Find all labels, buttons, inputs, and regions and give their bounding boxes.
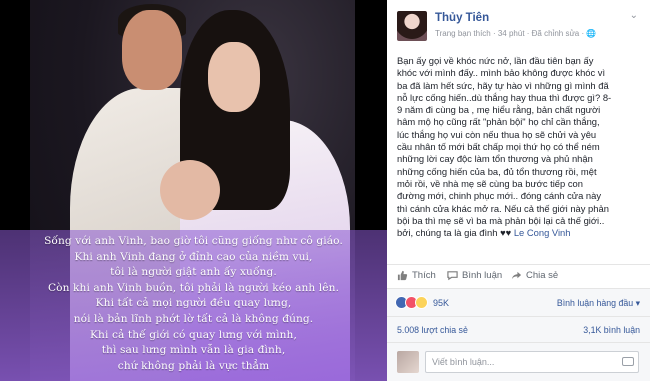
photo-quote: Sống với anh Vinh, bao giờ tôi cũng giốn… — [0, 234, 387, 374]
reaction-count: 95K — [433, 297, 450, 308]
quote-line: Còn khi anh Vinh buồn, tôi phải là người… — [47, 281, 340, 294]
author-name[interactable]: Thủy Tiên — [435, 12, 489, 24]
post-header: Thủy Tiên Trang bạn thích · 34 phút · Đã… — [387, 0, 650, 52]
body-line-text: bởi, chúng ta là gia đình ♥♥ — [397, 227, 514, 239]
woman-face — [208, 42, 260, 112]
comment-button[interactable]: Bình luận — [447, 270, 502, 281]
share-comment-counts: 5.008 lượt chia sẻ 3,1K bình luận — [387, 316, 650, 342]
quote-line: thì sau lưng mình vẫn là gia đình, — [101, 344, 286, 357]
body-line: cầu nhân tố mới bất chấp mọi thứ họ có t… — [397, 141, 600, 153]
comment-count-link[interactable]: 3,1K bình luận — [583, 325, 640, 335]
thumbs-up-icon — [397, 270, 408, 281]
reaction-stats: 95K Bình luận hàng đầu ▾ — [387, 288, 650, 316]
camera-icon[interactable] — [622, 357, 634, 366]
share-icon — [511, 271, 522, 280]
post-panel: Thủy Tiên Trang bạn thích · 34 phút · Đã… — [387, 0, 650, 381]
like-label: Thích — [412, 270, 436, 281]
man-face — [122, 10, 182, 90]
body-line: nỗ lực cống hiến..dù thắng hay thua thì … — [397, 91, 612, 103]
comment-composer: Viết bình luận... — [387, 342, 650, 381]
body-line: thì cánh cửa khác mở ra. Nếu cả thế giới… — [397, 202, 609, 214]
reaction-summary[interactable]: 95K — [395, 296, 449, 309]
body-line: khóc với mình đấy.. mình bảo không được … — [397, 67, 606, 79]
post-body: Bạn ấy gọi về khóc nức nở, lần đầu tiên … — [397, 55, 647, 239]
quote-line: Sống với anh Vinh, bao giờ tôi cũng giốn… — [44, 235, 343, 247]
quote-line: Khi tất cả mọi người đều quay lưng, — [95, 297, 292, 310]
tagged-user-link[interactable]: Le Cong Vinh — [514, 227, 571, 238]
sad-reaction-icon — [415, 296, 428, 309]
woman-hand — [160, 160, 220, 220]
body-line: những cống hiến của ba, đủ tổn thương rồ… — [397, 165, 597, 177]
post-meta: Trang bạn thích · 34 phút · Đã chỉnh sửa… — [435, 29, 597, 38]
quote-line: chứ không phải là vực thẳm — [117, 359, 270, 372]
body-line: lúc thắng họ vui còn nếu thua họ sẽ chửi… — [397, 128, 597, 140]
quote-line: tôi là người giật anh ấy xuống. — [110, 266, 277, 279]
chevron-down-icon[interactable]: ⌄ — [630, 10, 638, 21]
viewer-avatar — [397, 351, 419, 373]
like-button[interactable]: Thích — [397, 270, 436, 281]
quote-line: Khi anh Vinh đang ở đỉnh cao của niềm vu… — [74, 250, 313, 263]
quote-line: nói là bản lĩnh phớt lờ tất cả là không … — [73, 312, 314, 325]
comment-label: Bình luận — [462, 270, 503, 281]
body-line: bội ba thì mẹ sẽ vì ba mà phản bội lại c… — [397, 214, 605, 226]
post-actions: Thích Bình luận Chia sẻ — [387, 264, 650, 288]
body-line: 9 năm đi cùng ba , mẹ hiểu rằng, bản chấ… — [397, 104, 601, 116]
author-avatar[interactable] — [397, 11, 427, 41]
body-line: những lời cay độc làm tổn thương và phủ … — [397, 153, 593, 165]
body-line: Bạn ấy gọi về khóc nức nở, lần đầu tiên … — [397, 55, 594, 66]
body-line: mỏi rồi, về nhà mẹ sẽ cùng ba bước tiếp … — [397, 177, 583, 189]
quote-line: Khi cả thế giới có quay lưng với mình, — [90, 328, 297, 341]
comment-input[interactable]: Viết bình luận... — [425, 351, 639, 373]
body-line-last: bởi, chúng ta là gia đình ♥♥ Le Cong Vin… — [397, 227, 647, 239]
post-photo[interactable]: Sống với anh Vinh, bao giờ tôi cũng giốn… — [0, 0, 387, 381]
body-line: hâm mộ họ cũng rất "phản bội" họ chỉ cần… — [397, 116, 600, 128]
comment-sort-dropdown[interactable]: Bình luận hàng đầu ▾ — [557, 298, 640, 309]
share-button[interactable]: Chia sẻ — [511, 270, 558, 281]
share-label: Chia sẻ — [526, 270, 559, 281]
body-line: ba đã làm hết sức, hãy tự hào vì những g… — [397, 79, 609, 91]
comment-icon — [447, 271, 458, 281]
body-line: đường mới, chinh phục mới.. đóng cánh cử… — [397, 190, 602, 202]
share-count-link[interactable]: 5.008 lượt chia sẻ — [397, 325, 468, 335]
